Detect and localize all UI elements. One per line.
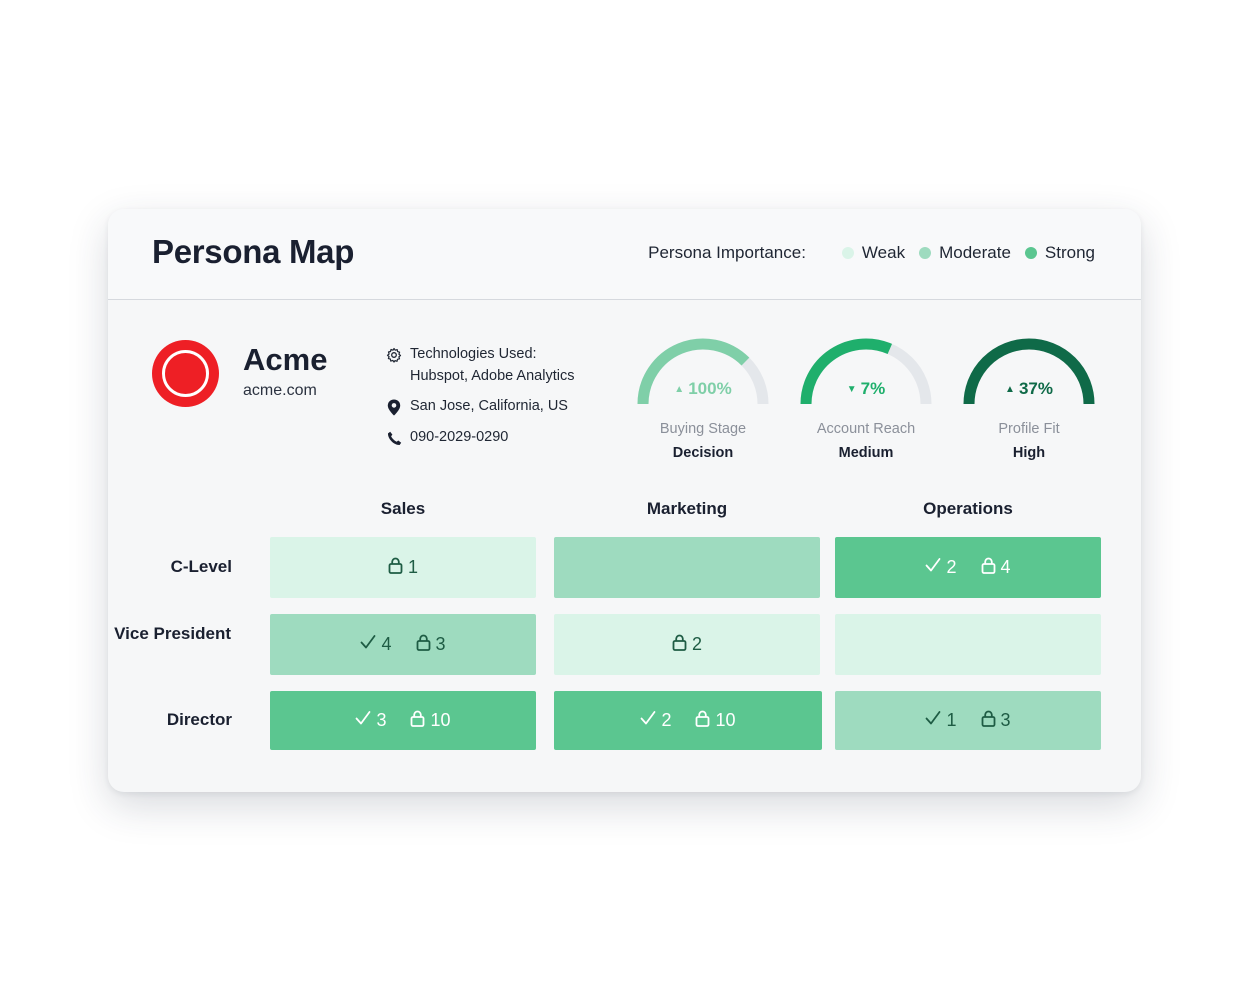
- row-header: Vice President: [114, 623, 231, 643]
- locks-metric: 1: [388, 557, 418, 579]
- checks-count: 3: [376, 710, 387, 730]
- gauge-account-reach: ▼ 7% Account Reach Medium: [796, 335, 936, 465]
- checks-count: 1: [946, 710, 957, 730]
- locks-metric: 3: [416, 634, 446, 656]
- phone-row: 090-2029-0290: [385, 429, 508, 447]
- technologies-value: Hubspot, Adobe Analytics: [410, 368, 575, 384]
- checks-count: 2: [946, 557, 957, 577]
- checks-metric: 4: [360, 634, 392, 655]
- persona-map-card: Persona Map Persona Importance: Weak Mod…: [108, 209, 1141, 792]
- lock-icon: [672, 634, 692, 656]
- locks-metric: 10: [410, 710, 451, 732]
- locks-count: 1: [407, 557, 418, 577]
- check-icon: [925, 710, 946, 731]
- checks-metric: 2: [640, 710, 671, 731]
- gauge-value: ▼ 7%: [846, 379, 886, 398]
- legend-item-strong: Strong: [1024, 243, 1095, 263]
- gauge-profile-fit: ▲ 37% Profile Fit High: [959, 335, 1099, 465]
- grid-cell[interactable]: 13: [835, 691, 1101, 750]
- card-header: Persona Map Persona Importance: Weak Mod…: [108, 209, 1141, 300]
- technologies-label: Technologies Used:: [410, 346, 537, 362]
- phone-icon: [385, 429, 403, 447]
- gauge-label: Profile Fit: [998, 421, 1060, 437]
- checks-metric: 1: [925, 710, 957, 731]
- grid-cell[interactable]: 2 10: [554, 691, 822, 750]
- gauge-level: High: [1012, 445, 1046, 461]
- legend-dot-moderate: [919, 247, 932, 259]
- grid-cell[interactable]: [554, 537, 820, 598]
- locks-count: 3: [1000, 710, 1011, 730]
- row-header: Director: [166, 709, 232, 729]
- legend-item-label: Moderate: [939, 243, 1011, 262]
- gear-icon: [385, 346, 403, 364]
- gauge-value: ▲ 37%: [1005, 379, 1053, 398]
- column-header: Sales: [380, 499, 426, 518]
- check-icon: [925, 557, 946, 578]
- grid-cell[interactable]: 24: [835, 537, 1101, 598]
- trend-up-icon: ▲: [674, 384, 685, 395]
- legend-dot-strong: [1024, 247, 1037, 259]
- locks-metric: 2: [672, 634, 702, 656]
- locks-metric: 4: [981, 557, 1011, 579]
- locks-count: 3: [435, 634, 446, 654]
- locks-metric: 10: [695, 710, 736, 732]
- check-icon: [360, 634, 381, 655]
- check-icon: [355, 710, 376, 731]
- gauge-level: Decision: [672, 445, 734, 461]
- checks-metric: 3: [355, 710, 386, 731]
- checks-count: 4: [381, 634, 392, 654]
- technologies-row: Technologies Used:: [385, 346, 537, 364]
- legend-item-moderate: Moderate: [919, 243, 1011, 263]
- row-header: C-Level: [170, 556, 232, 576]
- locks-metric: 3: [981, 710, 1011, 732]
- lock-icon: [410, 710, 430, 732]
- lock-icon: [981, 557, 1001, 579]
- locks-count: 2: [691, 634, 702, 654]
- lock-icon: [388, 557, 408, 579]
- trend-up-icon: ▲: [1005, 384, 1015, 395]
- legend-item-label: Weak: [861, 243, 906, 262]
- gauge-level: Medium: [838, 445, 894, 461]
- company-logo: [152, 340, 219, 407]
- importance-legend: Persona Importance: Weak Moderate Strong: [648, 243, 1095, 263]
- gauge-buying-stage: ▲ 100% Buying Stage Decision: [633, 335, 773, 465]
- grid-cell[interactable]: 43: [270, 614, 536, 675]
- location-text: San Jose, California, US: [410, 398, 568, 414]
- grid-cell[interactable]: 3 10: [270, 691, 536, 750]
- lock-icon: [695, 710, 715, 732]
- legend-item-weak: Weak: [841, 243, 906, 263]
- legend-dot-weak: [841, 247, 854, 259]
- locks-count: 10: [430, 710, 451, 730]
- lock-icon: [416, 634, 436, 656]
- phone-text: 090-2029-0290: [410, 429, 509, 445]
- checks-metric: 2: [925, 557, 957, 578]
- legend-label: Persona Importance:: [648, 243, 806, 262]
- grid-cell[interactable]: [835, 614, 1101, 675]
- grid-cell[interactable]: 1: [270, 537, 536, 598]
- grid-cell[interactable]: 2: [554, 614, 820, 675]
- trend-down-icon: ▼: [846, 384, 857, 395]
- gauge-label: Account Reach: [816, 421, 916, 437]
- column-header: Operations: [923, 499, 1013, 518]
- checks-count: 2: [661, 710, 672, 730]
- company-name: Acme: [243, 342, 328, 377]
- lock-icon: [981, 710, 1001, 732]
- gauge-value: ▲ 100%: [674, 379, 732, 398]
- gauge-label: Buying Stage: [659, 421, 747, 437]
- location-row: San Jose, California, US: [385, 398, 568, 416]
- check-icon: [640, 710, 661, 731]
- locks-count: 10: [715, 710, 736, 730]
- locks-count: 4: [1000, 557, 1011, 577]
- page-title: Persona Map: [152, 233, 355, 270]
- location-pin-icon: [385, 398, 403, 416]
- company-url[interactable]: acme.com: [243, 382, 317, 400]
- legend-item-label: Strong: [1044, 243, 1095, 262]
- column-header: Marketing: [646, 499, 728, 518]
